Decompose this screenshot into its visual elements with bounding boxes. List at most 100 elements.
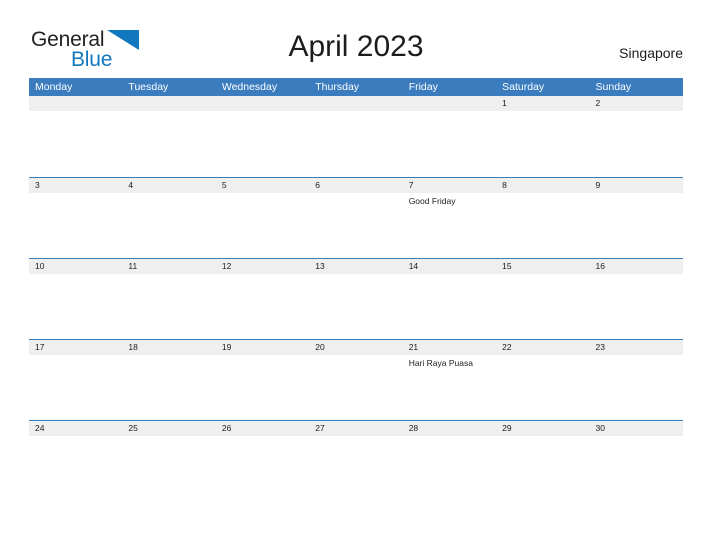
day-cell[interactable]	[590, 193, 683, 259]
day-number[interactable]: 26	[216, 421, 309, 436]
day-cell[interactable]	[216, 274, 309, 340]
day-cell[interactable]	[29, 111, 122, 177]
day-number[interactable]	[29, 96, 122, 111]
day-cell[interactable]	[496, 193, 589, 259]
day-cell[interactable]	[403, 436, 496, 502]
day-number[interactable]: 8	[496, 178, 589, 193]
day-number[interactable]: 21	[403, 340, 496, 355]
day-number[interactable]: 23	[590, 340, 683, 355]
day-number[interactable]: 7	[403, 178, 496, 193]
day-cell[interactable]	[403, 274, 496, 340]
day-number[interactable]	[216, 96, 309, 111]
day-cell[interactable]	[309, 193, 402, 259]
day-cell[interactable]	[122, 436, 215, 502]
day-number[interactable]: 13	[309, 259, 402, 274]
day-number[interactable]: 10	[29, 259, 122, 274]
day-cell[interactable]	[29, 193, 122, 259]
day-cell[interactable]	[29, 436, 122, 502]
day-cell[interactable]	[29, 274, 122, 340]
day-number[interactable]	[403, 96, 496, 111]
day-number[interactable]: 9	[590, 178, 683, 193]
weekday-saturday: Saturday	[502, 81, 545, 93]
weekday-sunday: Sunday	[595, 81, 632, 93]
weekday-header-row: Monday Tuesday Wednesday Thursday Friday…	[29, 78, 683, 96]
weekday-friday: Friday	[408, 81, 438, 93]
weekday-wednesday: Wednesday	[221, 81, 278, 93]
day-number[interactable]: 24	[29, 421, 122, 436]
day-cell[interactable]	[216, 193, 309, 259]
day-cell[interactable]	[122, 193, 215, 259]
day-number-band: 10 11 12 13 14 15 16	[29, 259, 683, 274]
day-cell[interactable]	[309, 111, 402, 177]
day-cell[interactable]	[309, 274, 402, 340]
day-number[interactable]: 4	[122, 178, 215, 193]
day-cell[interactable]	[496, 111, 589, 177]
day-number[interactable]: 14	[403, 259, 496, 274]
day-number[interactable]: 29	[496, 421, 589, 436]
calendar-page: General Blue April 2023 Singapore Monday…	[0, 0, 712, 550]
weekday-monday: Monday	[35, 81, 73, 93]
locale-label: Singapore	[619, 45, 683, 61]
event-band	[29, 111, 683, 177]
day-cell[interactable]	[122, 274, 215, 340]
event-band: Hari Raya Puasa	[29, 355, 683, 421]
day-cell[interactable]	[122, 111, 215, 177]
day-cell[interactable]	[403, 111, 496, 177]
calendar-grid: Monday Tuesday Wednesday Thursday Friday…	[29, 78, 683, 502]
day-number[interactable]: 19	[216, 340, 309, 355]
day-number[interactable]: 25	[122, 421, 215, 436]
week-row: 1 2	[29, 96, 683, 177]
event-band: Good Friday	[29, 193, 683, 259]
event-band	[29, 436, 683, 502]
day-cell[interactable]	[309, 436, 402, 502]
day-cell[interactable]	[590, 355, 683, 421]
event-label: Hari Raya Puasa	[408, 358, 473, 368]
day-number[interactable]: 1	[496, 96, 589, 111]
day-number[interactable]: 20	[309, 340, 402, 355]
page-header: General Blue April 2023 Singapore	[0, 0, 712, 71]
day-number[interactable]: 11	[122, 259, 215, 274]
day-number[interactable]: 2	[590, 96, 683, 111]
day-number-band: 24 25 26 27 28 29 30	[29, 421, 683, 436]
day-cell[interactable]	[496, 436, 589, 502]
day-number-band: 17 18 19 20 21 22 23	[29, 340, 683, 355]
day-number[interactable]: 22	[496, 340, 589, 355]
day-number[interactable]: 5	[216, 178, 309, 193]
weekday-tuesday: Tuesday	[128, 81, 169, 93]
day-cell[interactable]	[496, 274, 589, 340]
day-number[interactable]: 12	[216, 259, 309, 274]
day-cell[interactable]	[29, 355, 122, 421]
day-number-band: 3 4 5 6 7 8 9	[29, 178, 683, 193]
day-number[interactable]: 3	[29, 178, 122, 193]
day-cell[interactable]	[590, 274, 683, 340]
week-row: 17 18 19 20 21 22 23 Hari Raya Puasa	[29, 339, 683, 421]
day-number[interactable]: 17	[29, 340, 122, 355]
day-number[interactable]	[122, 96, 215, 111]
day-cell[interactable]	[216, 436, 309, 502]
day-number[interactable]: 28	[403, 421, 496, 436]
day-number[interactable]: 30	[590, 421, 683, 436]
week-row: 3 4 5 6 7 8 9 Good Friday	[29, 177, 683, 259]
day-cell[interactable]	[122, 355, 215, 421]
event-label: Good Friday	[408, 196, 456, 206]
day-number[interactable]	[309, 96, 402, 111]
day-number[interactable]: 6	[309, 178, 402, 193]
day-number[interactable]: 15	[496, 259, 589, 274]
day-number-band: 1 2	[29, 96, 683, 111]
page-title: April 2023	[288, 30, 424, 63]
day-number[interactable]: 27	[309, 421, 402, 436]
event-band	[29, 274, 683, 340]
day-cell[interactable]	[590, 111, 683, 177]
day-cell[interactable]	[496, 355, 589, 421]
weekday-thursday: Thursday	[315, 81, 360, 93]
day-cell[interactable]: Hari Raya Puasa	[403, 355, 496, 421]
day-cell[interactable]	[216, 111, 309, 177]
day-cell[interactable]	[590, 436, 683, 502]
day-cell[interactable]: Good Friday	[403, 193, 496, 259]
week-row: 24 25 26 27 28 29 30	[29, 420, 683, 502]
day-cell[interactable]	[309, 355, 402, 421]
day-number[interactable]: 16	[590, 259, 683, 274]
day-cell[interactable]	[216, 355, 309, 421]
day-number[interactable]: 18	[122, 340, 215, 355]
week-row: 10 11 12 13 14 15 16	[29, 258, 683, 340]
